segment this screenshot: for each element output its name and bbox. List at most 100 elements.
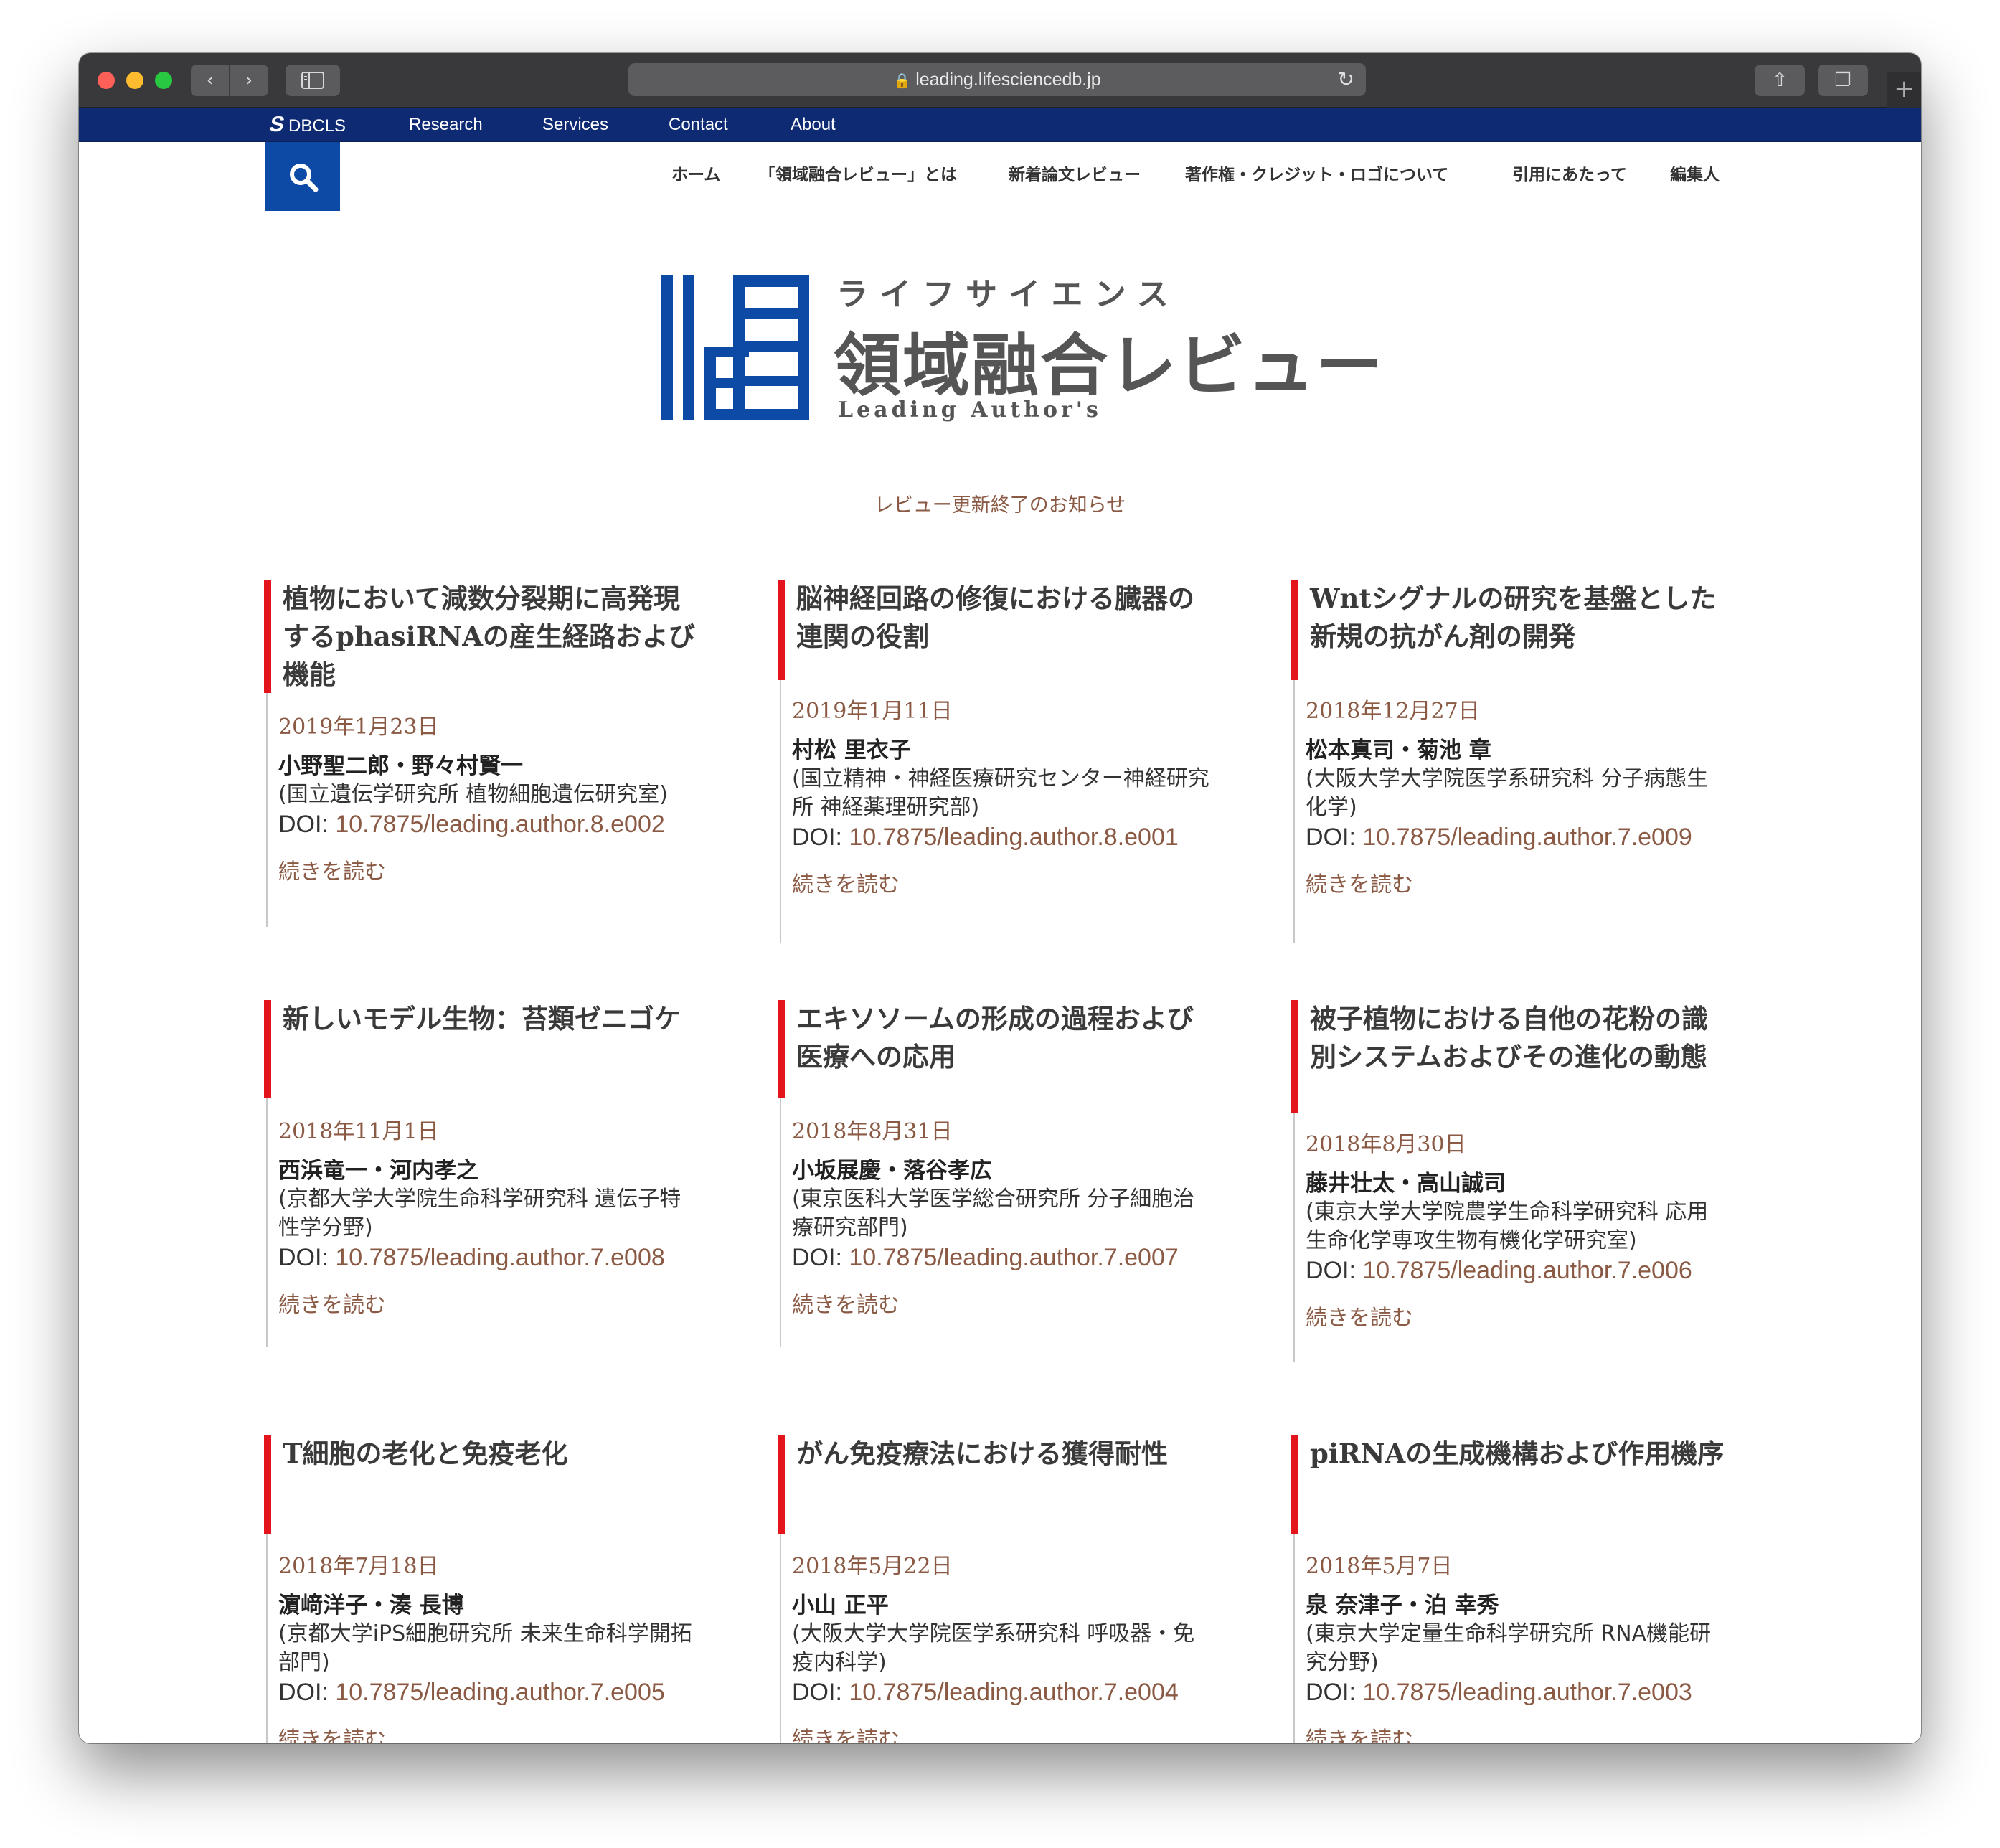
article-title[interactable]: Wntシグナルの研究を基盤とした新規の抗がん剤の開発 — [1310, 580, 1729, 656]
article-date: 2018年8月30日 — [1306, 1132, 1466, 1157]
article-date: 2018年11月1日 — [278, 1119, 439, 1144]
article-date: 2018年7月18日 — [278, 1554, 439, 1579]
history-nav: ‹ › — [191, 65, 268, 96]
read-more-link[interactable]: 続きを読む — [792, 1291, 1215, 1320]
doi-link[interactable]: 10.7875/leading.author.7.e009 — [1362, 824, 1692, 851]
reload-icon[interactable]: ↻ — [1338, 63, 1354, 96]
article-date: 2018年8月31日 — [792, 1119, 953, 1144]
article-date: 2018年5月22日 — [792, 1554, 953, 1579]
article-affiliation: (大阪大学大学院医学系研究科 呼吸器・免疫内科学) — [792, 1621, 1195, 1675]
read-more-link[interactable]: 続きを読む — [1306, 1304, 1729, 1333]
forward-icon[interactable]: › — [230, 65, 268, 96]
article-doi: DOI: 10.7875/leading.author.7.e008 — [278, 1244, 665, 1271]
mainnav-new-reviews[interactable]: 新着論文レビュー — [1009, 161, 1141, 185]
tabs-icon: ❐ — [1834, 70, 1852, 91]
article-authors: 藤井壮太・高山誠司 — [1306, 1171, 1506, 1197]
doi-link[interactable]: 10.7875/leading.author.8.e001 — [849, 824, 1178, 851]
site-logo-english: Leading Author's — [838, 397, 1102, 423]
article-affiliation: (東京大学定量生命科学研究所 RNA機能研究分野) — [1306, 1621, 1712, 1675]
article-affiliation: (大阪大学大学院医学系研究科 分子病態生化学) — [1306, 766, 1709, 820]
doi-link[interactable]: 10.7875/leading.author.7.e005 — [335, 1679, 664, 1706]
article-authors: 松本真司・菊池 章 — [1306, 737, 1491, 763]
search-button[interactable] — [265, 142, 340, 211]
article-doi: DOI: 10.7875/leading.author.7.e004 — [792, 1679, 1179, 1706]
article-authors: 小坂展慶・落谷孝広 — [792, 1158, 992, 1184]
read-more-link[interactable]: 続きを読む — [1306, 871, 1729, 900]
share-icon: ⇧ — [1772, 70, 1788, 91]
article-affiliation: (東京大学大学院農学生命科学研究科 応用生命化学専攻生物有機化学研究室) — [1306, 1199, 1709, 1253]
sidebar-icon — [301, 72, 324, 89]
share-button[interactable]: ⇧ — [1755, 65, 1805, 96]
article-authors: 濵﨑洋子・湊 長博 — [278, 1593, 464, 1618]
site-logo-title[interactable]: 領域融合レビュー — [834, 311, 1385, 409]
topbar-link-services[interactable]: Services — [542, 108, 608, 142]
read-more-link[interactable]: 続きを読む — [1306, 1726, 1729, 1743]
dbcls-logo-mark: S — [267, 113, 287, 136]
article-affiliation: (国立精神・神経医療研究センター神経研究所 神経薬理研究部) — [792, 766, 1209, 820]
doi-link[interactable]: 10.7875/leading.author.7.e004 — [849, 1679, 1178, 1706]
doi-link[interactable]: 10.7875/leading.author.7.e008 — [335, 1244, 664, 1271]
doi-link[interactable]: 10.7875/leading.author.8.e002 — [335, 811, 664, 838]
article-title[interactable]: 新しいモデル生物：苔類ゼニゴケ — [283, 1000, 702, 1038]
article-title[interactable]: エキソソームの形成の過程および医療への応用 — [796, 1000, 1215, 1076]
mainnav-home[interactable]: ホーム — [671, 161, 720, 185]
show-tabs-button[interactable]: ❐ — [1818, 65, 1868, 96]
article-title[interactable]: がん免疫療法における獲得耐性 — [796, 1435, 1215, 1473]
article-authors: 小野聖二郎・野々村賢一 — [278, 753, 523, 779]
mainnav-editors[interactable]: 編集人 — [1670, 161, 1720, 185]
close-window-button[interactable] — [98, 72, 115, 89]
read-more-link[interactable]: 続きを読む — [278, 858, 702, 887]
article-affiliation: (京都大学iPS細胞研究所 未来生命科学開拓部門) — [278, 1621, 692, 1675]
read-more-link[interactable]: 続きを読む — [792, 871, 1215, 900]
doi-link[interactable]: 10.7875/leading.author.7.e003 — [1362, 1679, 1692, 1706]
article-affiliation: (国立遺伝学研究所 植物細胞遺伝研究室) — [278, 782, 668, 807]
new-tab-button[interactable]: + — [1887, 72, 1921, 108]
read-more-link[interactable]: 続きを読む — [278, 1291, 702, 1320]
minimize-window-button[interactable] — [126, 72, 143, 89]
back-icon[interactable]: ‹ — [192, 65, 229, 96]
zoom-window-button[interactable] — [155, 72, 172, 89]
dbcls-logo-text: DBCLS — [288, 116, 346, 136]
read-more-link[interactable]: 続きを読む — [278, 1726, 702, 1743]
article-authors: 小山 正平 — [792, 1593, 889, 1618]
dbcls-logo[interactable]: SDBCLS — [268, 108, 346, 143]
article-title[interactable]: T細胞の老化と免疫老化 — [283, 1435, 702, 1473]
site-logo-mark[interactable] — [661, 275, 809, 420]
article-authors: 西浜竜一・河内孝之 — [278, 1158, 478, 1184]
article-affiliation: (東京医科大学医学総合研究所 分子細胞治療研究部門) — [792, 1187, 1195, 1240]
address-bar[interactable]: 🔒 leading.lifesciencedb.jp ↻ — [628, 63, 1366, 96]
dbcls-topbar: SDBCLS Research Services Contact About — [79, 108, 1921, 142]
article-authors: 泉 奈津子・泊 幸秀 — [1306, 1593, 1499, 1618]
article-affiliation: (京都大学大学院生命科学研究科 遺伝子特性学分野) — [278, 1187, 681, 1240]
article-doi: DOI: 10.7875/leading.author.8.e002 — [278, 811, 665, 838]
lock-icon: 🔒 — [893, 73, 912, 89]
doi-link[interactable]: 10.7875/leading.author.7.e007 — [849, 1244, 1178, 1271]
browser-window: ‹ › 🔒 leading.lifesciencedb.jp ↻ ⇧ ❐ + SDB… — [79, 53, 1921, 1743]
article-doi: DOI: 10.7875/leading.author.8.e001 — [792, 824, 1179, 851]
article-authors: 村松 里衣子 — [792, 737, 911, 763]
article-date: 2019年1月23日 — [278, 715, 439, 740]
topbar-link-contact[interactable]: Contact — [669, 108, 728, 142]
end-of-updates-notice-link[interactable]: レビュー更新終了のお知らせ — [79, 489, 1921, 517]
article-date: 2018年12月27日 — [1306, 699, 1480, 724]
topbar-link-research[interactable]: Research — [409, 108, 483, 142]
article-date: 2018年5月7日 — [1306, 1554, 1453, 1579]
article-doi: DOI: 10.7875/leading.author.7.e007 — [792, 1244, 1179, 1271]
article-title[interactable]: 被子植物における自他の花粉の識別システムおよびその進化の動態 — [1310, 1000, 1729, 1076]
article-doi: DOI: 10.7875/leading.author.7.e006 — [1306, 1257, 1692, 1284]
article-doi: DOI: 10.7875/leading.author.7.e009 — [1306, 824, 1692, 851]
article-doi: DOI: 10.7875/leading.author.7.e005 — [278, 1679, 665, 1706]
url-text: leading.lifesciencedb.jp — [915, 70, 1101, 90]
article-title[interactable]: 脳神経回路の修復における臓器の連関の役割 — [796, 580, 1215, 656]
sidebar-toggle-button[interactable] — [286, 65, 340, 96]
mainnav-copyright[interactable]: 著作権・クレジット・ロゴについて — [1185, 161, 1448, 185]
topbar-link-about[interactable]: About — [791, 108, 836, 142]
mainnav-citation[interactable]: 引用にあたって — [1512, 161, 1627, 185]
article-title[interactable]: 植物において減数分裂期に高発現するphasiRNAの産生経路および機能 — [283, 580, 702, 694]
doi-link[interactable]: 10.7875/leading.author.7.e006 — [1362, 1257, 1692, 1284]
mainnav-about-review[interactable]: 「領域融合レビュー」とは — [759, 161, 957, 185]
read-more-link[interactable]: 続きを読む — [792, 1726, 1215, 1743]
site-logo-subtitle: ライフサイエンス — [836, 276, 1180, 313]
search-icon — [290, 164, 319, 192]
article-title[interactable]: piRNAの生成機構および作用機序 — [1310, 1435, 1729, 1473]
